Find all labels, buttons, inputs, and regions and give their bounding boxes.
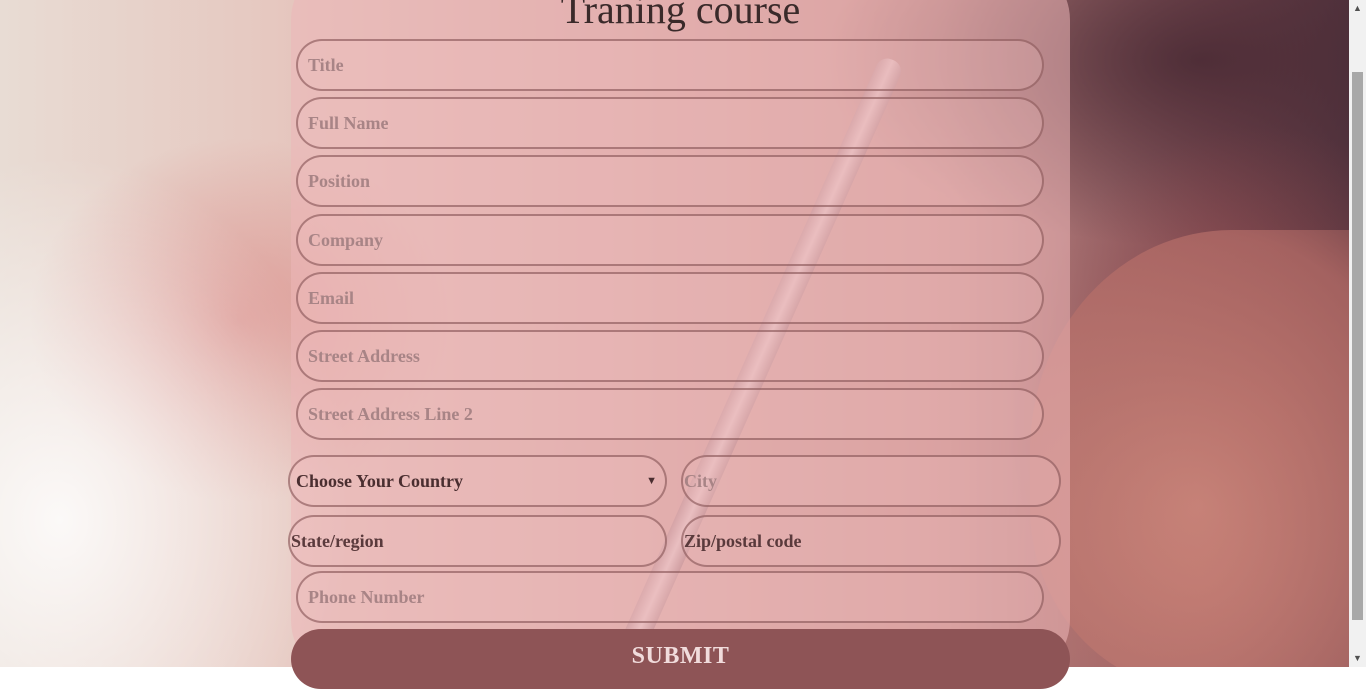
vertical-scrollbar[interactable]: ▲ ▼: [1349, 0, 1366, 667]
street-address-placeholder: Street Address: [308, 345, 420, 366]
city-placeholder: City: [684, 470, 717, 491]
email-input[interactable]: Email: [296, 272, 1044, 324]
email-placeholder: Email: [308, 287, 355, 308]
chevron-down-icon: ▼: [646, 475, 657, 487]
city-input[interactable]: City: [681, 455, 1061, 507]
street-address-line-2-placeholder: Street Address Line 2: [308, 403, 473, 424]
street-address-line-2-input[interactable]: Street Address Line 2: [296, 388, 1044, 440]
zip-postal-code-placeholder: Zip/postal code: [684, 530, 802, 551]
hand-illustration: [1030, 230, 1349, 667]
scroll-up-arrow-icon[interactable]: ▲: [1349, 0, 1366, 17]
page-title: Traning course: [560, 0, 801, 32]
company-placeholder: Company: [308, 229, 384, 250]
phone-number-placeholder: Phone Number: [308, 586, 425, 607]
company-input[interactable]: Company: [296, 214, 1044, 266]
scrollbar-thumb[interactable]: [1352, 72, 1363, 620]
submit-button[interactable]: SUBMIT: [291, 629, 1070, 689]
country-select-value: Choose Your Country: [296, 470, 464, 491]
phone-number-input[interactable]: Phone Number: [296, 571, 1044, 623]
position-placeholder: Position: [308, 170, 371, 191]
full-name-input[interactable]: Full Name: [296, 97, 1044, 149]
country-select[interactable]: Choose Your Country ▼: [288, 455, 667, 507]
state-region-input[interactable]: State/region: [288, 515, 667, 567]
zip-postal-code-input[interactable]: Zip/postal code: [681, 515, 1061, 567]
full-name-placeholder: Full Name: [308, 112, 389, 133]
title-placeholder: Title: [308, 54, 344, 75]
scroll-down-arrow-icon[interactable]: ▼: [1349, 650, 1366, 667]
position-input[interactable]: Position: [296, 155, 1044, 207]
state-region-placeholder: State/region: [291, 530, 384, 551]
title-input[interactable]: Title: [296, 39, 1044, 91]
street-address-input[interactable]: Street Address: [296, 330, 1044, 382]
